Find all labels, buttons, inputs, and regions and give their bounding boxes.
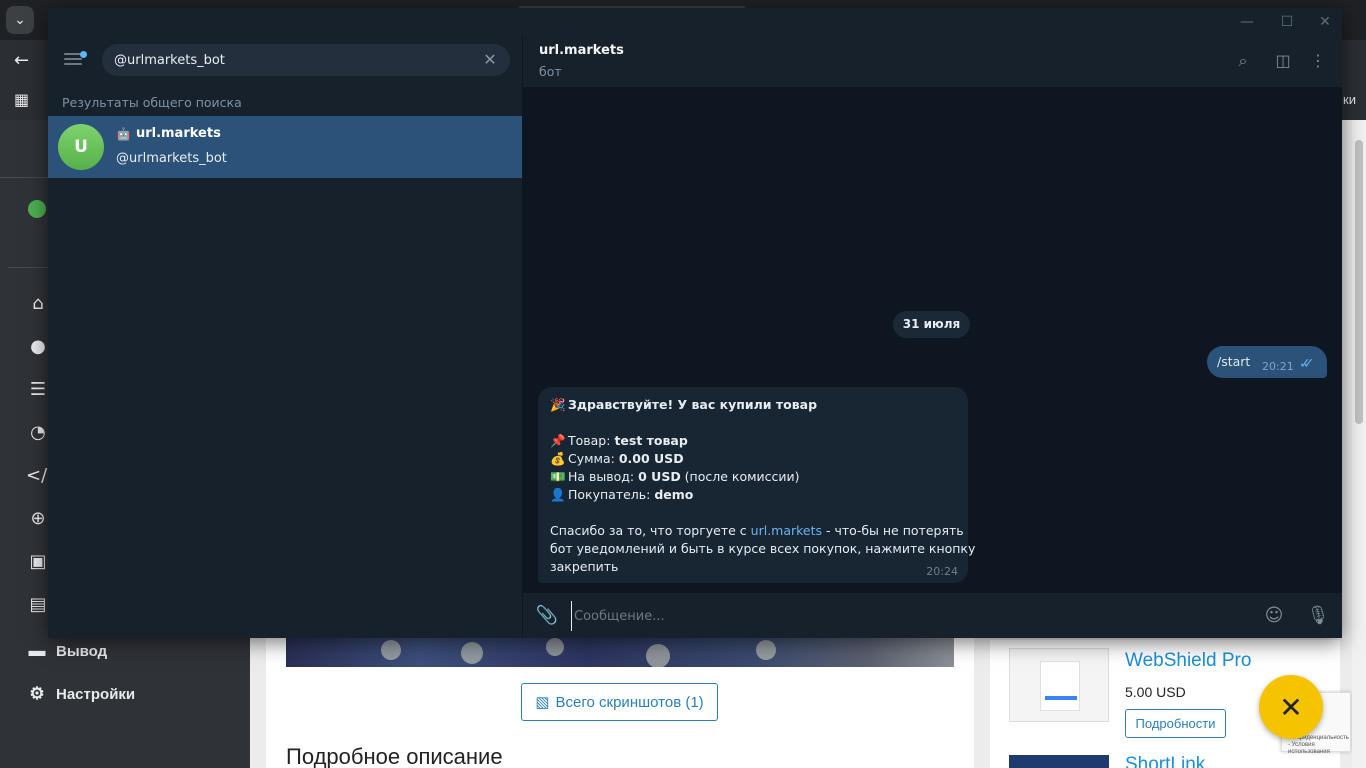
user-icon[interactable]: ● bbox=[26, 335, 50, 359]
tools-fab-button[interactable]: ✕ bbox=[1259, 675, 1323, 739]
search-field[interactable]: ✕ bbox=[102, 44, 510, 76]
sidebar-toggle-icon[interactable]: ◫ bbox=[1271, 49, 1295, 73]
description-heading: Подробное описание bbox=[286, 744, 503, 768]
search-results-empty bbox=[48, 178, 522, 638]
sum-label: Сумма: bbox=[568, 451, 619, 466]
browser-right-text: ки bbox=[1343, 92, 1356, 107]
read-checkmarks-icon: ✓✓ bbox=[1299, 356, 1315, 372]
thanks-prefix: Спасибо за то, что торгуете с bbox=[550, 523, 751, 538]
product-title[interactable]: WebShield Pro bbox=[1125, 650, 1251, 672]
product-details-button[interactable]: Подробности bbox=[1125, 709, 1226, 738]
emoji-icon[interactable]: ☺ bbox=[1262, 604, 1286, 628]
sidebar-item-label: Вывод bbox=[56, 642, 108, 660]
sidebar-item-withdraw[interactable]: ▬ Вывод bbox=[26, 639, 108, 663]
money-bag-icon: 💰 bbox=[550, 451, 566, 466]
telegram-window: — ☐ ✕ ✕ Результаты общего поиска U 🤖 url… bbox=[48, 8, 1342, 638]
payout-note: (после комиссии) bbox=[680, 469, 800, 484]
maximize-icon[interactable]: ☐ bbox=[1272, 12, 1302, 32]
pushpin-icon: 📌 bbox=[550, 433, 566, 448]
buyer-label: Покупатель: bbox=[568, 487, 655, 502]
bag-icon[interactable]: ▣ bbox=[26, 550, 50, 574]
search-header: ✕ bbox=[48, 34, 522, 88]
all-screenshots-label: Всего скриншотов (1) bbox=[555, 693, 704, 711]
chat-history: 31 июля /start 20:21 ✓✓ 🎉 Здравствуйте! У… bbox=[523, 88, 1342, 593]
more-vertical-icon[interactable]: ⋮ bbox=[1306, 49, 1330, 73]
user-icon: 👤 bbox=[550, 487, 566, 502]
tools-icon: ✕ bbox=[1279, 690, 1303, 724]
site-logo[interactable] bbox=[28, 200, 46, 218]
product-price: 5.00 USD bbox=[1125, 684, 1186, 700]
incoming-message[interactable]: 🎉 Здравствуйте! У вас купили товар 📌 Товар… bbox=[538, 387, 976, 583]
message-body: 🎉 Здравствуйте! У вас купили товар 📌 Товар… bbox=[550, 396, 976, 576]
thanks-suffix: - что-бы не потерять bbox=[822, 523, 964, 538]
chat-title[interactable]: url.markets bbox=[539, 43, 624, 58]
message-text: /start bbox=[1217, 354, 1251, 369]
message-time: 20:21 bbox=[1262, 360, 1294, 373]
result-name: 🤖 url.markets bbox=[116, 126, 221, 141]
chat-header[interactable]: url.markets бот ⌕ ◫ ⋮ bbox=[523, 34, 1342, 88]
payout-label: На вывод: bbox=[568, 469, 639, 484]
buyer-value: demo bbox=[654, 487, 694, 502]
thanks-line-2: бот уведомлений и быть в курсе всех поку… bbox=[550, 541, 976, 556]
close-icon[interactable]: ✕ bbox=[1310, 12, 1340, 32]
avatar: U bbox=[58, 124, 104, 170]
tab-search-button[interactable]: ⌄ bbox=[6, 6, 34, 34]
product-value: test товар bbox=[614, 433, 688, 448]
list-icon[interactable]: ☰ bbox=[26, 378, 50, 402]
clear-search-icon[interactable]: ✕ bbox=[480, 50, 500, 70]
sidebar-item-settings[interactable]: ⚙ Настройки bbox=[26, 682, 135, 706]
minimize-icon[interactable]: — bbox=[1232, 12, 1262, 32]
images-icon: ▧ bbox=[535, 694, 550, 711]
banknote-icon: 💵 bbox=[550, 469, 566, 484]
product-label: Товар: bbox=[568, 433, 615, 448]
product-thumbnail[interactable] bbox=[1009, 755, 1109, 768]
message-greeting: Здравствуйте! У вас купили товар bbox=[568, 397, 818, 412]
search-icon[interactable]: ⌕ bbox=[1231, 49, 1255, 73]
gear-icon: ⚙ bbox=[29, 684, 45, 703]
date-separator: 31 июля bbox=[893, 311, 970, 338]
product-title[interactable]: ShortLink bbox=[1125, 754, 1205, 768]
payout-value: 0 USD bbox=[638, 469, 681, 484]
search-input[interactable] bbox=[114, 44, 474, 76]
sum-value: 0.00 USD bbox=[618, 451, 684, 466]
money-icon[interactable]: ▤ bbox=[26, 593, 50, 617]
back-arrow-icon[interactable]: ← bbox=[14, 50, 29, 71]
chat-subtitle: бот bbox=[539, 64, 562, 79]
page-scrollbar[interactable] bbox=[1352, 120, 1366, 768]
thanks-line-3: закрепить bbox=[550, 559, 619, 574]
search-result-url-markets[interactable]: U 🤖 url.markets @urlmarkets_bot bbox=[48, 116, 522, 178]
home-icon[interactable]: ⌂ bbox=[26, 292, 50, 316]
message-time: 20:24 bbox=[926, 565, 958, 578]
window-titlebar: — ☐ ✕ bbox=[48, 8, 1342, 34]
code-icon[interactable]: </> bbox=[26, 464, 62, 488]
message-input[interactable] bbox=[571, 601, 1251, 631]
all-screenshots-button[interactable]: ▧ Всего скриншотов (1) bbox=[521, 683, 718, 721]
notification-dot bbox=[80, 51, 87, 58]
results-section-label: Результаты общего поиска bbox=[62, 95, 242, 110]
wallet-icon: ▬ bbox=[28, 641, 46, 660]
result-username: @urlmarkets_bot bbox=[116, 151, 227, 166]
result-name-text: url.markets bbox=[135, 126, 221, 141]
dashboard-icon[interactable]: ◔ bbox=[26, 421, 50, 445]
sidebar-item-label: Настройки bbox=[56, 685, 136, 703]
bot-icon: 🤖 bbox=[116, 126, 131, 141]
product-thumbnail[interactable] bbox=[1009, 648, 1109, 722]
paperclip-icon[interactable]: 📎 bbox=[535, 604, 559, 628]
url-markets-link[interactable]: url.markets bbox=[751, 523, 822, 538]
microphone-icon[interactable]: 🎙 bbox=[1306, 604, 1330, 628]
add-icon[interactable]: ⊕ bbox=[26, 507, 50, 531]
party-icon: 🎉 bbox=[550, 397, 566, 412]
apps-grid-icon[interactable]: ▦ bbox=[14, 90, 29, 109]
outgoing-message[interactable]: /start 20:21 ✓✓ bbox=[1207, 346, 1327, 378]
message-composer: 📎 ☺ 🎙 bbox=[523, 593, 1342, 638]
